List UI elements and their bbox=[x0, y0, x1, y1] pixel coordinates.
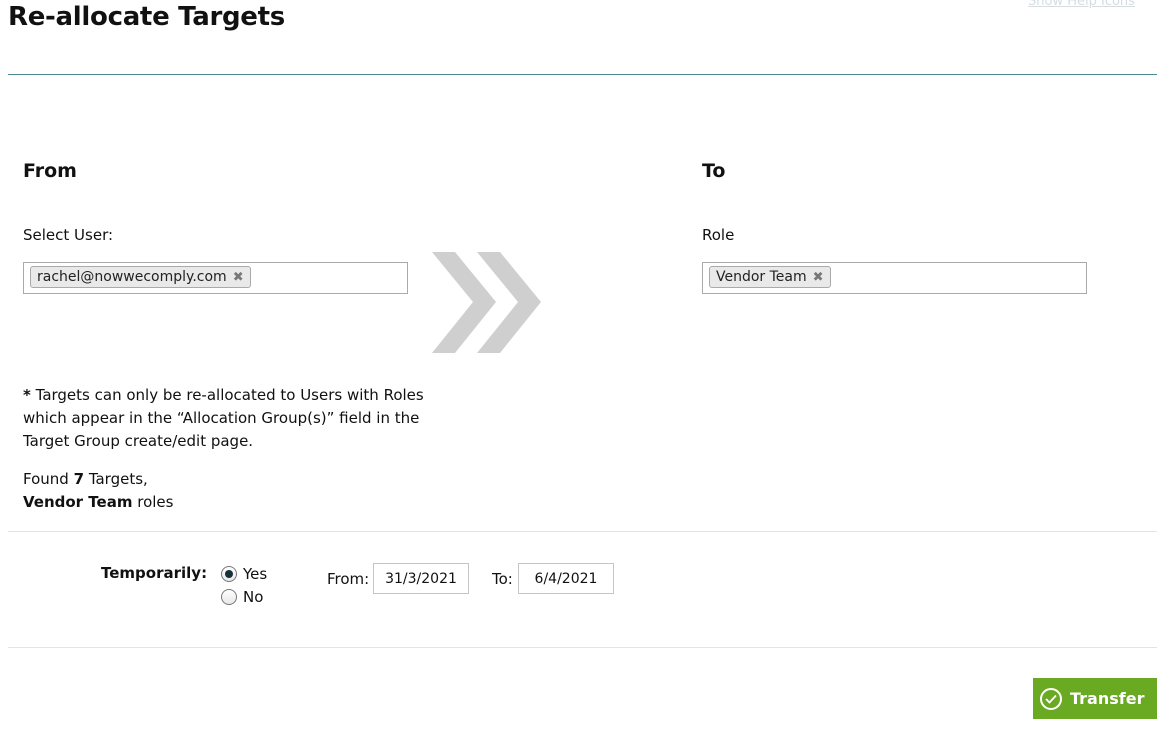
selected-user-tag-label: rachel@nowwecomply.com bbox=[37, 269, 227, 285]
selected-user-tag: rachel@nowwecomply.com ✖ bbox=[30, 266, 251, 288]
found-summary: Found 7 Targets, Vendor Team roles bbox=[23, 468, 173, 514]
from-date-input[interactable] bbox=[373, 563, 469, 594]
found-suffix: Targets, bbox=[88, 470, 148, 488]
role-label: Role bbox=[702, 226, 735, 244]
radio-unselected-icon[interactable] bbox=[221, 589, 237, 605]
section-divider bbox=[8, 647, 1157, 648]
temporarily-label: Temporarily: bbox=[101, 564, 208, 582]
check-circle-icon bbox=[1040, 687, 1062, 710]
found-count: 7 bbox=[73, 470, 85, 488]
remove-tag-icon[interactable]: ✖ bbox=[813, 271, 824, 284]
title-divider bbox=[8, 74, 1157, 75]
page-title: Re-allocate Targets bbox=[8, 2, 285, 32]
double-chevron-right-icon bbox=[432, 252, 541, 353]
temporarily-yes-label: Yes bbox=[243, 565, 268, 583]
role-field[interactable]: Vendor Team ✖ bbox=[702, 262, 1087, 294]
remove-tag-icon[interactable]: ✖ bbox=[233, 271, 244, 284]
selected-role-tag-label: Vendor Team bbox=[716, 269, 807, 285]
note-asterisk: * bbox=[23, 386, 31, 404]
to-date-label: To: bbox=[492, 570, 513, 588]
selected-role-tag: Vendor Team ✖ bbox=[709, 266, 831, 288]
transfer-button[interactable]: Transfer bbox=[1033, 678, 1157, 719]
temporarily-no-label: No bbox=[243, 588, 264, 606]
show-help-icons-link[interactable]: Show Help Icons bbox=[1028, 0, 1135, 9]
transfer-label: Transfer bbox=[1070, 689, 1145, 708]
note-text: Targets can only be re-allocated to User… bbox=[23, 386, 424, 450]
from-heading: From bbox=[23, 160, 77, 182]
to-heading: To bbox=[702, 160, 726, 182]
select-user-field[interactable]: rachel@nowwecomply.com ✖ bbox=[23, 262, 408, 294]
temporarily-yes-radio[interactable]: Yes bbox=[221, 565, 267, 583]
from-date-label: From: bbox=[327, 570, 370, 588]
to-date-input[interactable] bbox=[518, 563, 614, 594]
found-role: Vendor Team bbox=[23, 493, 133, 511]
section-divider bbox=[8, 531, 1157, 532]
found-role-suffix: roles bbox=[137, 493, 174, 511]
found-prefix: Found bbox=[23, 470, 69, 488]
select-user-label: Select User: bbox=[23, 226, 114, 244]
temporarily-no-radio[interactable]: No bbox=[221, 588, 263, 606]
radio-selected-icon[interactable] bbox=[221, 566, 237, 582]
allocation-note: * Targets can only be re-allocated to Us… bbox=[23, 384, 463, 453]
